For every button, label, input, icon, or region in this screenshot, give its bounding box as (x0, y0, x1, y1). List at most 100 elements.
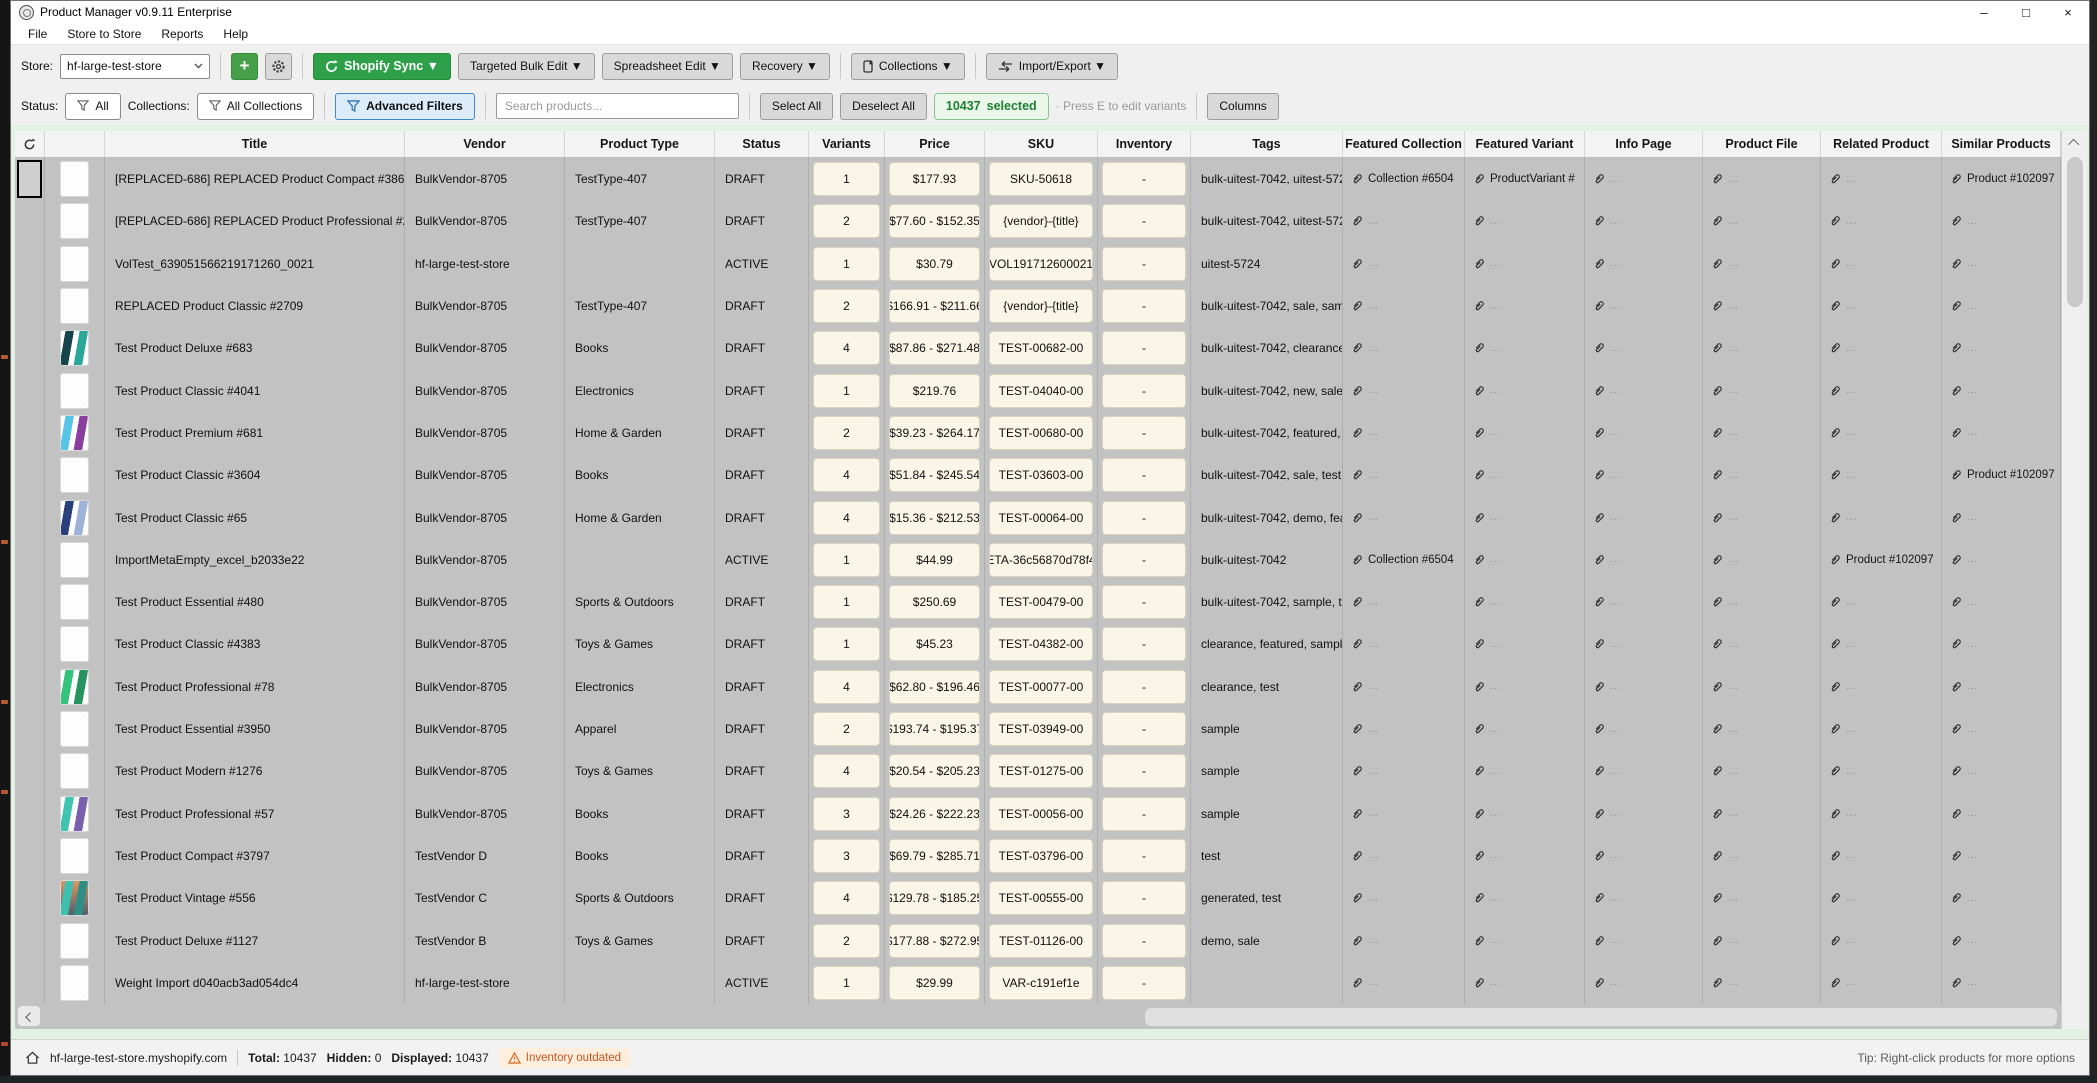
product_file-cell[interactable]: ... (1703, 369, 1821, 412)
sku-editable-cell[interactable]: TEST-00555-00 (989, 881, 1093, 916)
scroll-left-button[interactable] (18, 1006, 40, 1027)
status-filter-button[interactable]: All (65, 92, 121, 120)
product-image-placeholder[interactable] (60, 837, 89, 874)
row-select-cell[interactable] (15, 369, 45, 412)
column-header-featured_variant[interactable]: Featured Variant (1465, 131, 1585, 158)
similar_products-cell[interactable]: ... (1942, 834, 2061, 878)
column-header-inventory[interactable]: Inventory (1098, 131, 1191, 158)
sku-editable-cell[interactable]: VOL191712600021 (989, 246, 1093, 281)
tags-cell[interactable]: bulk-uitest-7042, sale, sample (1191, 284, 1343, 328)
product_file-cell[interactable]: ... (1703, 284, 1821, 328)
column-header-tags[interactable]: Tags (1191, 131, 1343, 158)
product_file-cell[interactable]: ... (1703, 411, 1821, 455)
similar_products-cell[interactable]: Product #102097 (1942, 454, 2061, 497)
price-editable-cell[interactable]: $193.74 - $195.37 (889, 712, 980, 747)
product-image-placeholder[interactable] (60, 541, 89, 578)
related_product-cell[interactable]: ... (1821, 284, 1942, 328)
product-image-thumbnail[interactable] (60, 330, 89, 367)
related_product-cell[interactable]: ... (1821, 961, 1942, 1004)
column-header-status[interactable]: Status (715, 131, 809, 158)
product-image-placeholder[interactable] (60, 457, 89, 494)
featured_variant-cell[interactable]: ... (1465, 284, 1585, 328)
variants-editable-cell[interactable]: 4 (813, 458, 880, 493)
featured_collection-cell[interactable]: ... (1343, 580, 1465, 624)
featured_variant-cell[interactable]: ProductVariant # (1465, 158, 1585, 201)
info_page-cell[interactable]: ... (1585, 454, 1703, 497)
product_file-cell[interactable]: ... (1703, 961, 1821, 1004)
shopify-sync-button[interactable]: Shopify Sync ▼ (313, 52, 452, 80)
sku-editable-cell[interactable]: TEST-00064-00 (989, 500, 1093, 535)
price-editable-cell[interactable]: $69.79 - $285.71 (889, 838, 980, 873)
import-export-button[interactable]: Import/Export ▼ (985, 52, 1118, 80)
similar_products-cell[interactable]: ... (1942, 665, 2061, 708)
column-header-similar_products[interactable]: Similar Products (1942, 131, 2061, 158)
variants-editable-cell[interactable]: 2 (813, 712, 880, 747)
status-cell[interactable]: DRAFT (715, 580, 809, 624)
info_page-cell[interactable]: ... (1585, 580, 1703, 624)
price-editable-cell[interactable]: $29.99 (889, 965, 980, 1000)
price-editable-cell[interactable]: $45.23 (889, 627, 980, 662)
variants-editable-cell[interactable]: 3 (813, 838, 880, 873)
featured_variant-cell[interactable]: ... (1465, 411, 1585, 455)
vendor-cell[interactable]: hf-large-test-store (405, 961, 565, 1004)
tags-cell[interactable]: bulk-uitest-7042, uitest-5724 (1191, 200, 1343, 243)
featured_collection-cell[interactable]: ... (1343, 369, 1465, 412)
featured_variant-cell[interactable]: ... (1465, 877, 1585, 920)
variants-editable-cell[interactable]: 1 (813, 627, 880, 662)
sku-editable-cell[interactable]: TEST-03603-00 (989, 458, 1093, 493)
product-image-placeholder[interactable] (60, 753, 89, 790)
info_page-cell[interactable]: ... (1585, 877, 1703, 920)
vendor-cell[interactable]: BulkVendor-8705 (405, 707, 565, 751)
sku-editable-cell[interactable]: {vendor}-{title} (989, 289, 1093, 324)
featured_variant-cell[interactable]: ... (1465, 919, 1585, 962)
featured_collection-cell[interactable]: ... (1343, 919, 1465, 962)
featured_collection-cell[interactable]: ... (1343, 707, 1465, 751)
variants-editable-cell[interactable]: 4 (813, 500, 880, 535)
price-editable-cell[interactable]: $51.84 - $245.54 (889, 458, 980, 493)
product-image-placeholder[interactable] (60, 626, 89, 663)
price-editable-cell[interactable]: $219.76 (889, 373, 980, 408)
featured_collection-cell[interactable]: ... (1343, 200, 1465, 243)
column-header-price[interactable]: Price (885, 131, 985, 158)
title-cell[interactable]: [REPLACED-686] REPLACED Product Professi… (105, 200, 405, 243)
price-editable-cell[interactable]: $129.78 - $185.25 (889, 881, 980, 916)
product_file-cell[interactable]: ... (1703, 454, 1821, 497)
variants-editable-cell[interactable]: 2 (813, 204, 880, 239)
refresh-column-header[interactable] (15, 131, 45, 158)
select-all-button[interactable]: Select All (759, 92, 834, 120)
similar_products-cell[interactable]: ... (1942, 200, 2061, 243)
price-editable-cell[interactable]: $15.36 - $212.53 (889, 500, 980, 535)
related_product-cell[interactable]: Product #102097 (1821, 538, 1942, 581)
similar_products-cell[interactable]: ... (1942, 707, 2061, 751)
featured_variant-cell[interactable]: ... (1465, 538, 1585, 581)
product_file-cell[interactable]: ... (1703, 242, 1821, 285)
featured_collection-cell[interactable]: ... (1343, 623, 1465, 666)
tags-cell[interactable]: bulk-uitest-7042, sample, test (1191, 580, 1343, 624)
price-editable-cell[interactable]: $39.23 - $264.17 (889, 415, 980, 450)
type-cell[interactable]: Books (565, 454, 715, 497)
similar_products-cell[interactable]: ... (1942, 411, 2061, 455)
tags-cell[interactable]: bulk-uitest-7042 (1191, 538, 1343, 581)
price-editable-cell[interactable]: $24.26 - $222.23 (889, 796, 980, 831)
status-cell[interactable]: DRAFT (715, 919, 809, 962)
title-cell[interactable]: [REPLACED-686] REPLACED Product Compact … (105, 158, 405, 201)
vendor-cell[interactable]: BulkVendor-8705 (405, 158, 565, 201)
info_page-cell[interactable]: ... (1585, 284, 1703, 328)
spreadsheet-edit-button[interactable]: Spreadsheet Edit ▼ (601, 52, 733, 80)
sku-editable-cell[interactable]: TEST-00479-00 (989, 585, 1093, 620)
featured_variant-cell[interactable]: ... (1465, 327, 1585, 370)
tags-cell[interactable]: sample (1191, 750, 1343, 793)
column-header-vendor[interactable]: Vendor (405, 131, 565, 158)
scroll-up-button[interactable] (2062, 131, 2088, 155)
type-cell[interactable]: Books (565, 834, 715, 878)
menu-reports[interactable]: Reports (152, 25, 212, 43)
vendor-cell[interactable]: BulkVendor-8705 (405, 327, 565, 370)
row-select-cell[interactable] (15, 454, 45, 497)
tags-cell[interactable]: sample (1191, 707, 1343, 751)
columns-button[interactable]: Columns (1207, 92, 1279, 120)
title-cell[interactable]: Test Product Classic #3604 (105, 454, 405, 497)
inventory-editable-cell[interactable]: - (1102, 458, 1186, 493)
recovery-button[interactable]: Recovery ▼ (739, 52, 830, 80)
type-cell[interactable]: Toys & Games (565, 919, 715, 962)
inventory-editable-cell[interactable]: - (1102, 754, 1186, 789)
